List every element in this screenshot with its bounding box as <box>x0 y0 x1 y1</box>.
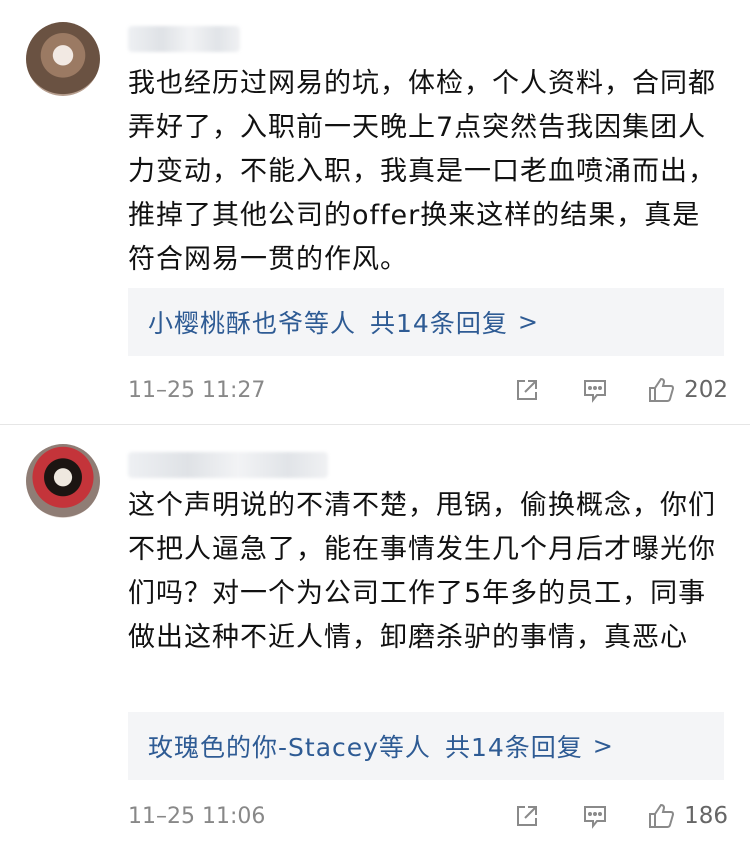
comment-actions: 186 <box>512 796 728 836</box>
reply-icon[interactable] <box>580 375 610 405</box>
comment-meta: 11–25 11:06 186 <box>128 796 728 836</box>
like-icon[interactable] <box>646 375 676 405</box>
avatar[interactable] <box>26 444 100 518</box>
like-icon[interactable] <box>646 801 676 831</box>
reply-summary-button[interactable]: 小樱桃酥也爷等人 共14条回复 > <box>128 288 724 356</box>
reply-summary-count: 共14条回复 <box>370 309 508 338</box>
reply-summary-button[interactable]: 玫瑰色的你-Stacey等人 共14条回复 > <box>128 712 724 780</box>
like-count: 202 <box>684 377 728 403</box>
reply-summary-names: 玫瑰色的你-Stacey等人 <box>148 733 431 762</box>
share-icon[interactable] <box>512 801 542 831</box>
reply-icon[interactable] <box>580 801 610 831</box>
comment-text: 这个声明说的不清不楚，甩锅，偷换概念，你们不把人逼急了，能在事情发生几个月后才曝… <box>128 490 716 653</box>
timestamp: 11–25 11:27 <box>128 377 266 403</box>
chevron-right-icon: > <box>592 732 614 760</box>
reply-summary-names: 小樱桃酥也爷等人 <box>148 309 357 338</box>
comment-actions: 202 <box>512 370 728 410</box>
comment-meta: 11–25 11:27 202 <box>128 370 728 410</box>
comment-item: 我也经历过网易的坑，体检，个人资料，合同都弄好了，入职前一天晚上7点突然告我因集… <box>0 0 750 424</box>
reply-summary-count: 共14条回复 <box>444 733 583 762</box>
username-blurred[interactable] <box>128 26 240 52</box>
avatar[interactable] <box>26 22 100 96</box>
timestamp: 11–25 11:06 <box>128 803 266 829</box>
comment-text: 我也经历过网易的坑，体检，个人资料，合同都弄好了，入职前一天晚上7点突然告我因集… <box>128 68 716 275</box>
username-blurred[interactable] <box>128 452 328 478</box>
share-icon[interactable] <box>512 375 542 405</box>
like-count: 186 <box>684 803 728 829</box>
chevron-right-icon: > <box>517 308 539 336</box>
